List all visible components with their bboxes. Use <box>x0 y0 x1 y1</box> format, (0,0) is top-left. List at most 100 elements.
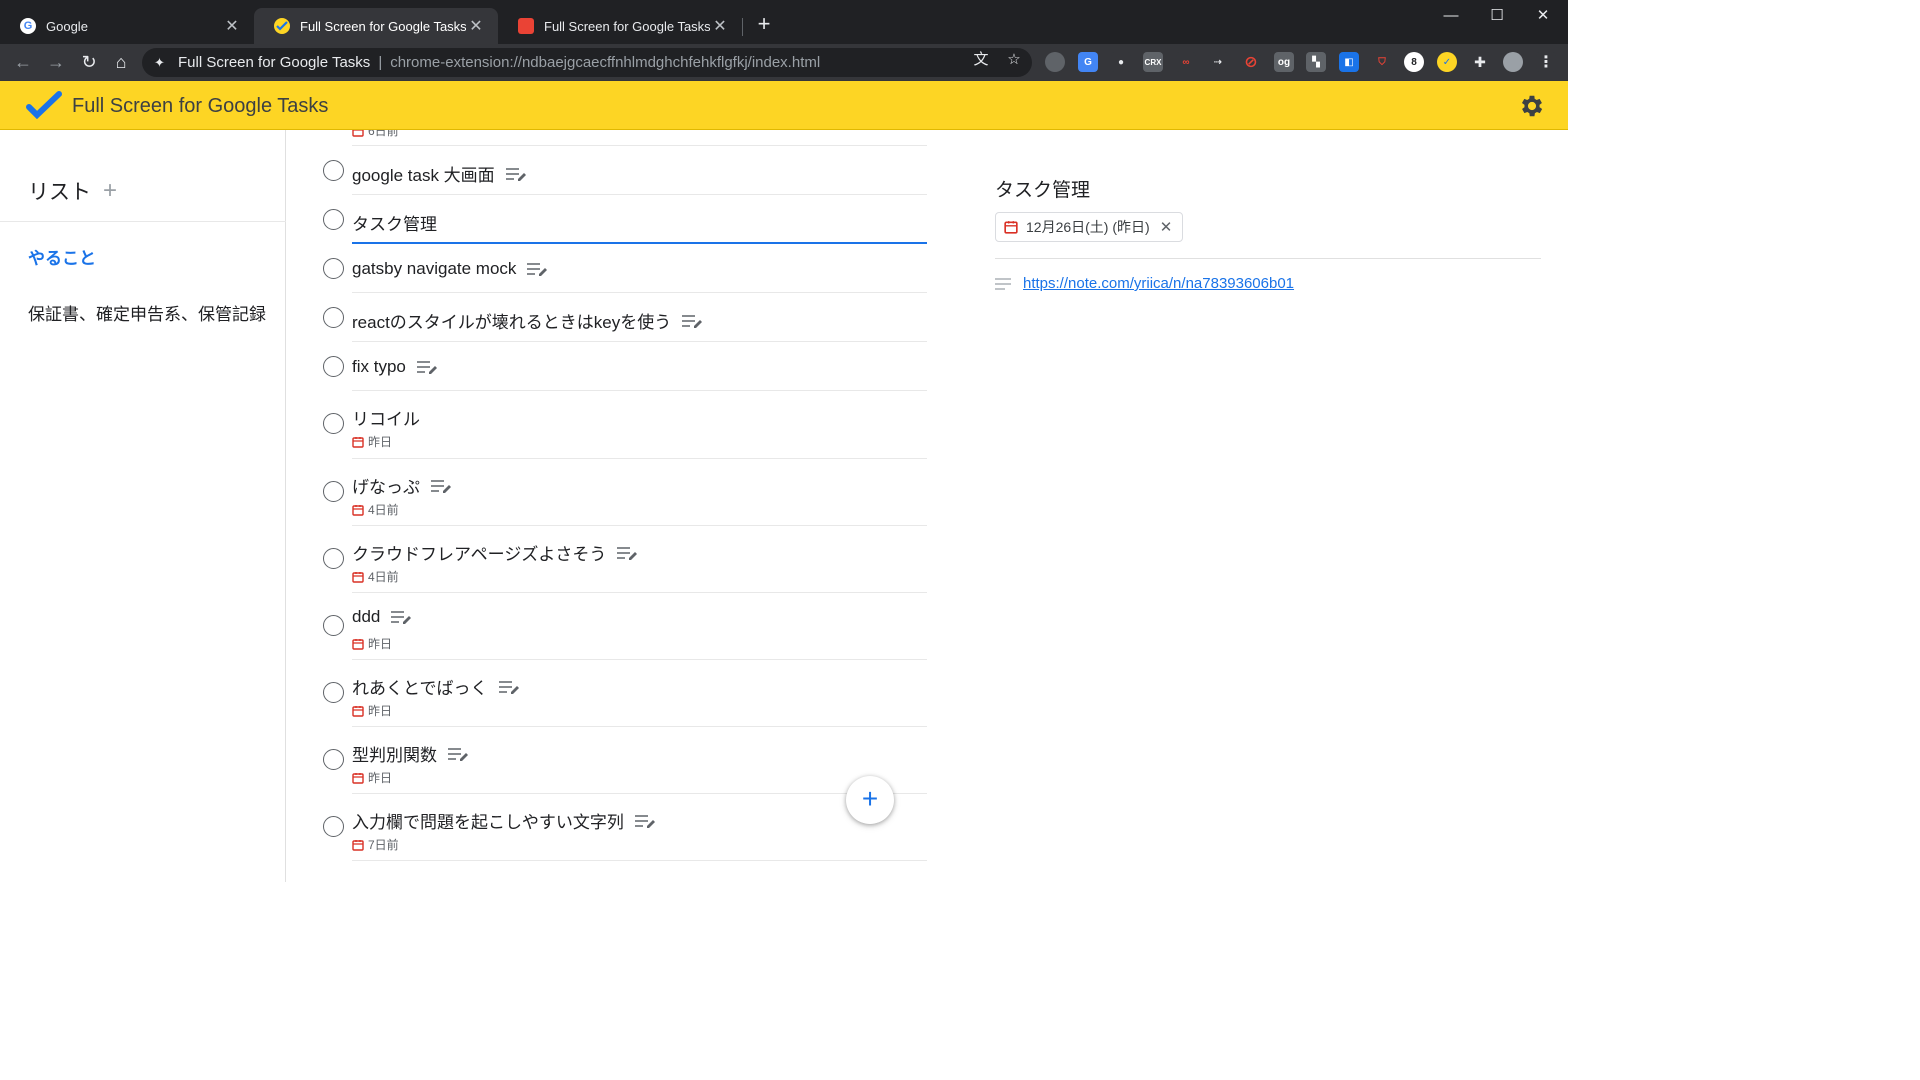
tasks-favicon-icon <box>274 18 290 34</box>
settings-gear-icon[interactable] <box>1518 92 1546 120</box>
home-icon[interactable]: ⌂ <box>109 50 133 74</box>
browser-tab-webstore[interactable]: Full Screen for Google Tasks - Ch ✕ <box>498 8 742 44</box>
task-title[interactable]: れあくとでばっく <box>352 674 520 699</box>
notes-link[interactable]: https://note.com/yriica/n/na78393606b01 <box>1023 275 1294 292</box>
task-due-label: 昨日 <box>368 771 393 785</box>
reload-icon[interactable]: ↻ <box>77 50 101 74</box>
extension-tasks-icon[interactable]: ✓ <box>1437 52 1457 72</box>
task-complete-checkbox[interactable] <box>323 209 344 230</box>
due-date-label: 12月26日(土) (昨日) <box>1026 219 1150 235</box>
task-title-text: クラウドフレアページズよさそう <box>352 545 607 564</box>
task-complete-checkbox[interactable] <box>323 413 344 434</box>
task-complete-checkbox[interactable] <box>323 356 344 377</box>
puzzle-piece-icon: ✦ <box>154 54 165 70</box>
calendar-icon <box>352 504 364 516</box>
task-complete-checkbox[interactable] <box>323 160 344 181</box>
extension-arrow-icon[interactable]: ⇢ <box>1208 52 1228 72</box>
minimize-window-icon[interactable]: — <box>1428 4 1474 28</box>
task-item[interactable]: gatsby navigate mock <box>323 244 927 293</box>
notes-icon <box>682 314 703 328</box>
task-title[interactable]: リコイル <box>352 405 420 430</box>
notes-lines-icon <box>995 278 1011 290</box>
task-due-label: 7日前 <box>368 838 399 852</box>
task-item[interactable]: fix typo <box>323 342 927 391</box>
add-task-button[interactable]: + <box>846 776 894 824</box>
task-item[interactable]: リコイル 昨日 <box>323 391 927 459</box>
extension-circle-icon[interactable]: 8 <box>1404 52 1424 72</box>
browser-tab-tasks-active[interactable]: Full Screen for Google Tasks ✕ <box>254 8 498 44</box>
notes-icon <box>634 814 655 828</box>
back-arrow-icon[interactable]: ← <box>11 50 35 74</box>
task-item[interactable]: reactのスタイルが壊れるときはkeyを使う <box>323 293 927 342</box>
new-tab-button[interactable]: + <box>752 12 776 36</box>
task-item[interactable]: れあくとでばっく 昨日 <box>323 660 927 727</box>
profile-avatar-icon[interactable] <box>1503 52 1523 72</box>
clear-due-date-icon[interactable]: ✕ <box>1160 218 1173 236</box>
task-due: 4日前 <box>352 568 399 585</box>
add-list-button[interactable]: + <box>103 179 117 203</box>
maximize-window-icon[interactable]: ☐ <box>1474 4 1520 28</box>
tab-close-icon[interactable]: ✕ <box>222 16 242 36</box>
tab-separator <box>742 18 743 36</box>
task-complete-checkbox[interactable] <box>323 615 344 636</box>
notes-icon <box>448 747 468 761</box>
task-title[interactable]: ddd <box>352 607 412 627</box>
sidebar-item-todo[interactable]: やること <box>28 244 96 269</box>
task-title[interactable]: fix typo <box>352 357 438 377</box>
extension-dev-icon[interactable]: ◧ <box>1339 52 1359 72</box>
task-title[interactable]: げなっぷ <box>352 473 452 498</box>
task-item[interactable]: ddd 昨日 <box>323 593 927 660</box>
bookmark-star-icon[interactable]: ☆ <box>1004 50 1024 70</box>
close-window-icon[interactable]: ✕ <box>1520 4 1566 28</box>
address-separator: | <box>378 54 383 71</box>
tab-close-icon[interactable]: ✕ <box>466 16 486 36</box>
task-complete-checkbox[interactable] <box>323 481 344 502</box>
task-due: 昨日 <box>352 702 392 719</box>
extension-translate-icon[interactable]: G <box>1078 52 1098 72</box>
extension-grid-icon[interactable]: ▚ <box>1306 52 1326 72</box>
detail-task-title[interactable]: タスク管理 <box>995 175 1090 202</box>
extensions-menu-icon[interactable]: ✚ <box>1470 52 1490 72</box>
task-title-text: れあくとでばっく <box>352 679 488 698</box>
browser-menu-icon[interactable]: ⋮ <box>1536 52 1556 72</box>
task-item[interactable]: 6日前 <box>323 130 927 146</box>
task-title[interactable]: 入力欄で問題を起こしやすい文字列 <box>352 808 656 833</box>
task-item[interactable]: クラウドフレアページズよさそう 4日前 <box>323 526 927 593</box>
task-item[interactable]: げなっぷ 4日前 <box>323 459 927 526</box>
browser-tab-google[interactable]: G Google ✕ <box>0 8 254 44</box>
task-item-selected[interactable]: タスク管理 <box>323 195 927 244</box>
translate-icon[interactable]: 文 <box>971 50 991 70</box>
extension-block-icon[interactable]: ⊘ <box>1241 52 1261 72</box>
task-complete-checkbox[interactable] <box>323 749 344 770</box>
task-title[interactable]: 型判別関数 <box>352 741 469 766</box>
task-title-text: google task 大画面 <box>352 166 495 185</box>
task-title[interactable]: タスク管理 <box>352 210 437 235</box>
task-item[interactable]: 型判別関数 昨日 <box>323 727 927 794</box>
task-due-label: 4日前 <box>368 570 399 584</box>
extension-headphones-icon[interactable] <box>1045 52 1065 72</box>
task-complete-checkbox[interactable] <box>323 682 344 703</box>
task-complete-checkbox[interactable] <box>323 816 344 837</box>
sidebar-item-warranty[interactable]: 保証書、確定申告系、保管記録 <box>28 300 266 325</box>
task-complete-checkbox[interactable] <box>323 307 344 328</box>
extension-spy-icon[interactable]: ● <box>1111 52 1131 72</box>
address-bar[interactable]: ✦ Full Screen for Google Tasks | chrome-… <box>142 48 1032 77</box>
task-title[interactable]: gatsby navigate mock <box>352 259 548 279</box>
task-title-text: ddd <box>352 607 381 626</box>
task-title[interactable]: クラウドフレアページズよさそう <box>352 540 638 565</box>
task-item[interactable]: google task 大画面 <box>323 146 927 195</box>
task-title[interactable]: google task 大画面 <box>352 161 527 186</box>
forward-arrow-icon[interactable]: → <box>44 50 68 74</box>
due-date-chip[interactable]: 12月26日(土) (昨日) ✕ <box>995 212 1184 242</box>
task-complete-checkbox[interactable] <box>323 548 344 569</box>
task-due: 4日前 <box>352 501 399 518</box>
extension-og-icon[interactable]: og <box>1274 52 1294 72</box>
task-due: 昨日 <box>352 635 392 652</box>
tab-close-icon[interactable]: ✕ <box>710 16 730 36</box>
task-title[interactable]: reactのスタイルが壊れるときはkeyを使う <box>352 308 703 333</box>
task-complete-checkbox[interactable] <box>323 258 344 279</box>
extension-shield-icon[interactable]: ⛉ <box>1372 52 1392 72</box>
extension-crx-icon[interactable]: CRX <box>1143 52 1163 72</box>
task-item[interactable]: 入力欄で問題を起こしやすい文字列 7日前 <box>323 794 927 861</box>
extension-link-icon[interactable]: ∞ <box>1176 52 1196 72</box>
